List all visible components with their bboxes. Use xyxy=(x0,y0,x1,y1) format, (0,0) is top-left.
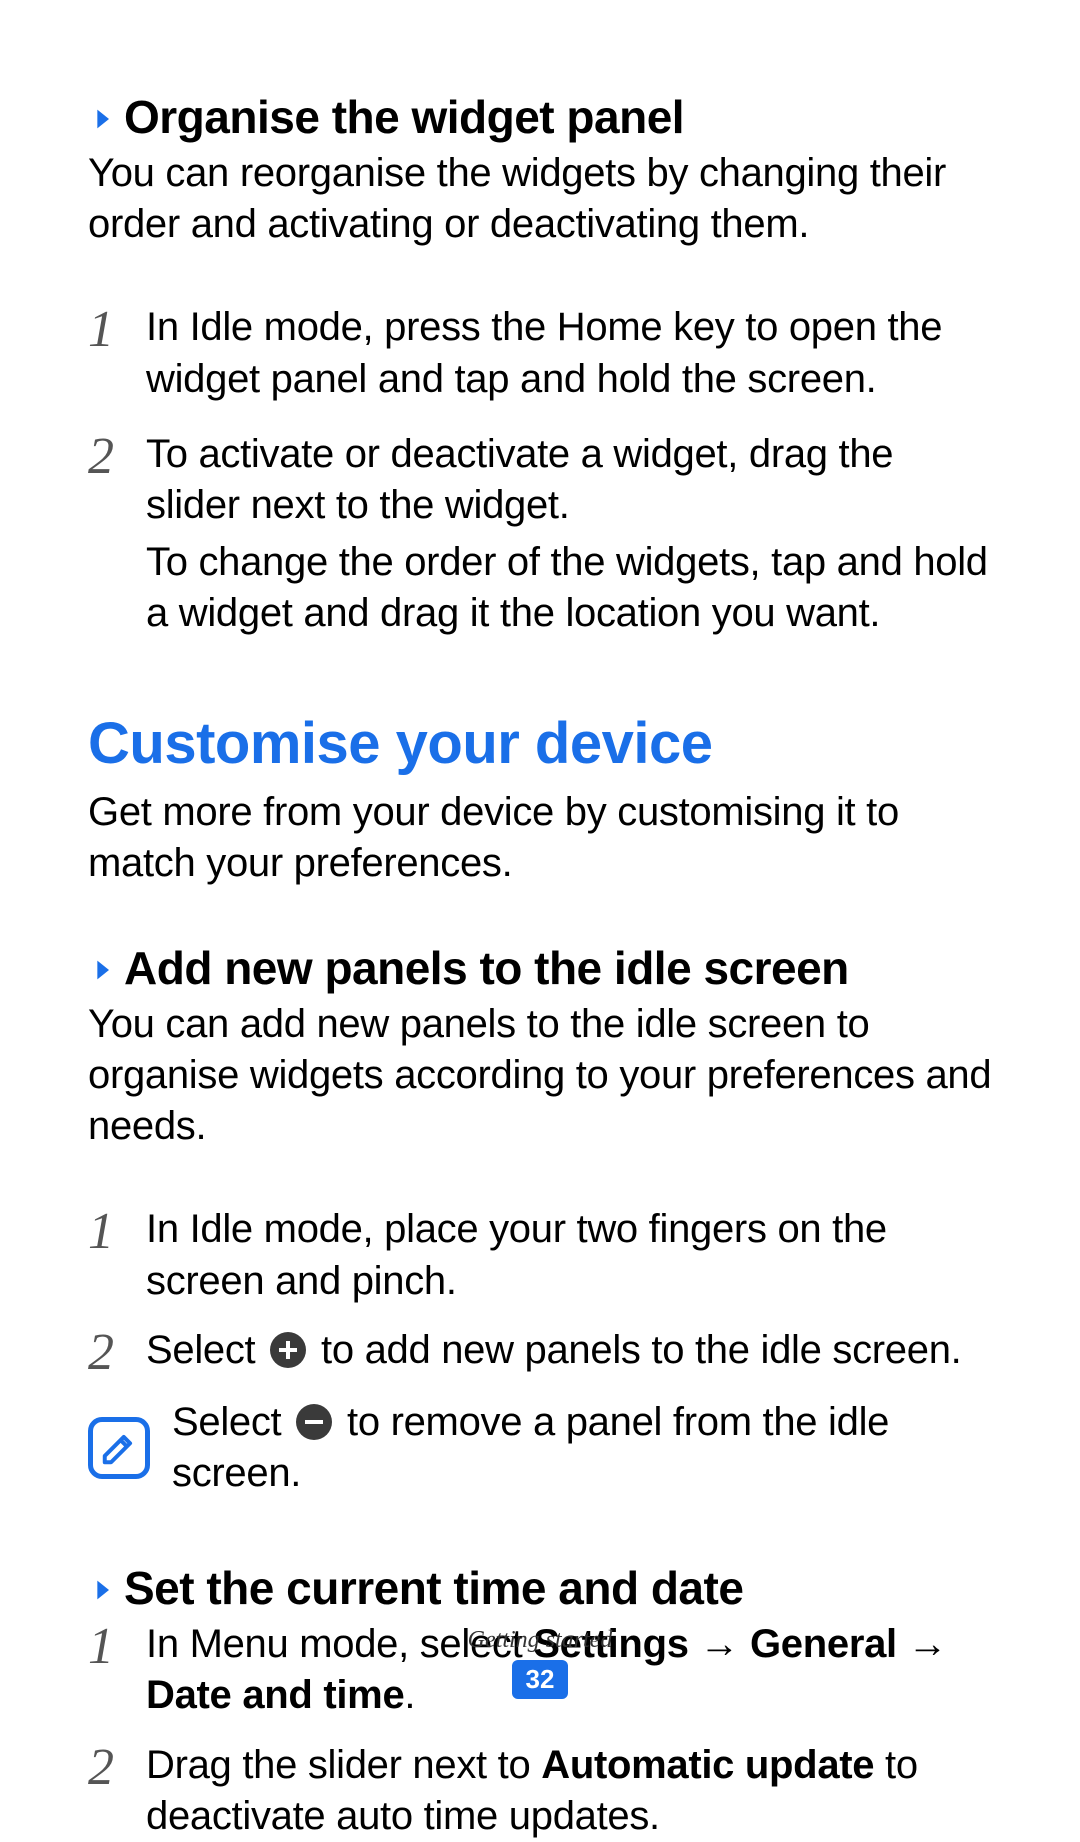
subheading-text: Organise the widget panel xyxy=(124,91,684,143)
step-text: In Idle mode, press the Home key to open… xyxy=(146,302,992,410)
subheading-add-panels: Add new panels to the idle screen xyxy=(88,941,992,995)
step-number: 1 xyxy=(88,302,146,356)
subheading-text: Set the current time and date xyxy=(124,1562,743,1614)
step-paragraph: To activate or deactivate a widget, drag… xyxy=(146,429,992,531)
text-fragment: Select xyxy=(172,1400,292,1444)
step-paragraph: To change the order of the widgets, tap … xyxy=(146,537,992,639)
step-row: 2 Drag the slider next to Automatic upda… xyxy=(88,1740,992,1842)
step-row: 1 In Idle mode, press the Home key to op… xyxy=(88,302,992,410)
plus-circle-icon xyxy=(270,1332,306,1368)
step-text: Drag the slider next to Automatic update… xyxy=(146,1740,992,1842)
minus-circle-icon xyxy=(296,1404,332,1440)
step-text: To activate or deactivate a widget, drag… xyxy=(146,429,992,646)
page-number-badge: 32 xyxy=(512,1660,569,1699)
step-number: 1 xyxy=(88,1204,146,1258)
step-row: 1 In Idle mode, place your two fingers o… xyxy=(88,1204,992,1306)
step-paragraph: In Idle mode, press the Home key to open… xyxy=(146,302,992,404)
intro-paragraph: You can reorganise the widgets by changi… xyxy=(88,148,992,250)
subheading-organise-widget-panel: Organise the widget panel xyxy=(88,90,992,144)
note-icon xyxy=(88,1417,150,1479)
step-number: 2 xyxy=(88,1740,146,1794)
manual-page: Organise the widget panel You can reorga… xyxy=(0,0,1080,1842)
subheading-text: Add new panels to the idle screen xyxy=(124,942,849,994)
intro-paragraph: You can add new panels to the idle scree… xyxy=(88,999,992,1153)
text-fragment: Drag the slider next to xyxy=(146,1743,541,1787)
step-row: 2 Select to add new panels to the idle s… xyxy=(88,1325,992,1379)
chevron-right-icon xyxy=(88,90,116,144)
intro-paragraph: Get more from your device by customising… xyxy=(88,787,992,889)
text-fragment: Select xyxy=(146,1328,266,1372)
subheading-set-time-date: Set the current time and date xyxy=(88,1561,992,1615)
chevron-right-icon xyxy=(88,941,116,995)
chevron-right-icon xyxy=(88,1561,116,1615)
step-number: 2 xyxy=(88,429,146,483)
text-fragment: to add new panels to the idle screen. xyxy=(321,1328,961,1372)
note-text: Select to remove a panel from the idle s… xyxy=(172,1397,992,1499)
step-number: 2 xyxy=(88,1325,146,1379)
bold-automatic-update: Automatic update xyxy=(541,1743,874,1787)
page-footer: Getting started 32 xyxy=(0,1627,1080,1699)
step-text: In Idle mode, place your two fingers on … xyxy=(146,1204,992,1306)
footer-chapter-label: Getting started xyxy=(0,1627,1080,1654)
note-row: Select to remove a panel from the idle s… xyxy=(88,1397,992,1499)
section-title-customise: Customise your device xyxy=(88,710,992,777)
step-text: Select to add new panels to the idle scr… xyxy=(146,1325,992,1376)
step-row: 2 To activate or deactivate a widget, dr… xyxy=(88,429,992,646)
